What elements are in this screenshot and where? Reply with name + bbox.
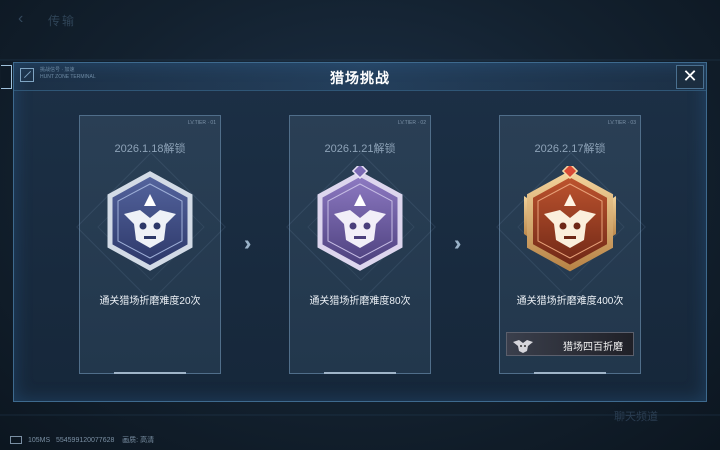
challenge-description: 通关猎场折磨难度20次: [99, 296, 201, 307]
quality-label: 画质:: [122, 437, 139, 444]
challenge-card-2[interactable]: LV.TIER · 02 2026.1.21解锁 通关猎场折磨难度80次: [286, 115, 436, 374]
close-button[interactable]: ✕: [676, 65, 704, 89]
card-bottom-bar: [534, 372, 606, 374]
purple-badge-icon: [317, 166, 403, 271]
card-bottom-bar: [114, 372, 186, 374]
close-icon: ✕: [682, 66, 698, 86]
challenge-card-3[interactable]: LV.TIER · 03 2026.2.17解锁 通关猎场折磨难度400次 猎场…: [496, 115, 646, 374]
card-tag: LV.TIER · 03: [607, 120, 636, 126]
challenge-description: 通关猎场折磨难度400次: [516, 296, 624, 307]
left-tab-marker[interactable]: [1, 65, 12, 89]
dialog-title: 猎场挑战: [330, 70, 390, 86]
top-bar: ‹ 传输: [0, 0, 720, 40]
challenge-card-1[interactable]: LV.TIER · 01 2026.1.18解锁 通关猎场折磨难度20次: [76, 115, 226, 374]
reward-title-text: 猎场四百折磨: [563, 342, 623, 353]
next-arrow-icon: ››: [244, 233, 253, 255]
card-bottom-bar: [324, 372, 396, 374]
hunt-challenge-dialog: 挑战信号 · 加速 HUNT ZONE TERMINAL 猎场挑战 ✕ LV.T…: [1, 62, 707, 402]
dialog-header: 挑战信号 · 加速 HUNT ZONE TERMINAL 猎场挑战 ✕: [14, 63, 706, 91]
next-arrow-icon: ››: [454, 233, 463, 255]
quality-value: 高清: [140, 437, 155, 444]
silver-blue-badge-icon: [107, 171, 193, 271]
gold-red-badge-icon: [524, 166, 616, 272]
topbar-title: 传输: [48, 14, 77, 28]
back-arrow-icon[interactable]: ‹: [18, 10, 23, 28]
network-icon: [10, 436, 22, 445]
reward-title-banner[interactable]: 猎场四百折磨: [506, 332, 634, 356]
status-bar: 105MS 554599120077628 画质: 高清: [10, 435, 154, 445]
monkey-emblem-icon: [513, 340, 533, 353]
challenge-description: 通关猎场折磨难度80次: [309, 296, 411, 307]
card-tag: LV.TIER · 01: [187, 120, 216, 126]
background-chat-label: 聊天频道: [614, 411, 658, 423]
card-tag: LV.TIER · 02: [397, 120, 426, 126]
ping-value: 105MS: [27, 437, 51, 444]
user-id: 554599120077628: [55, 437, 115, 444]
